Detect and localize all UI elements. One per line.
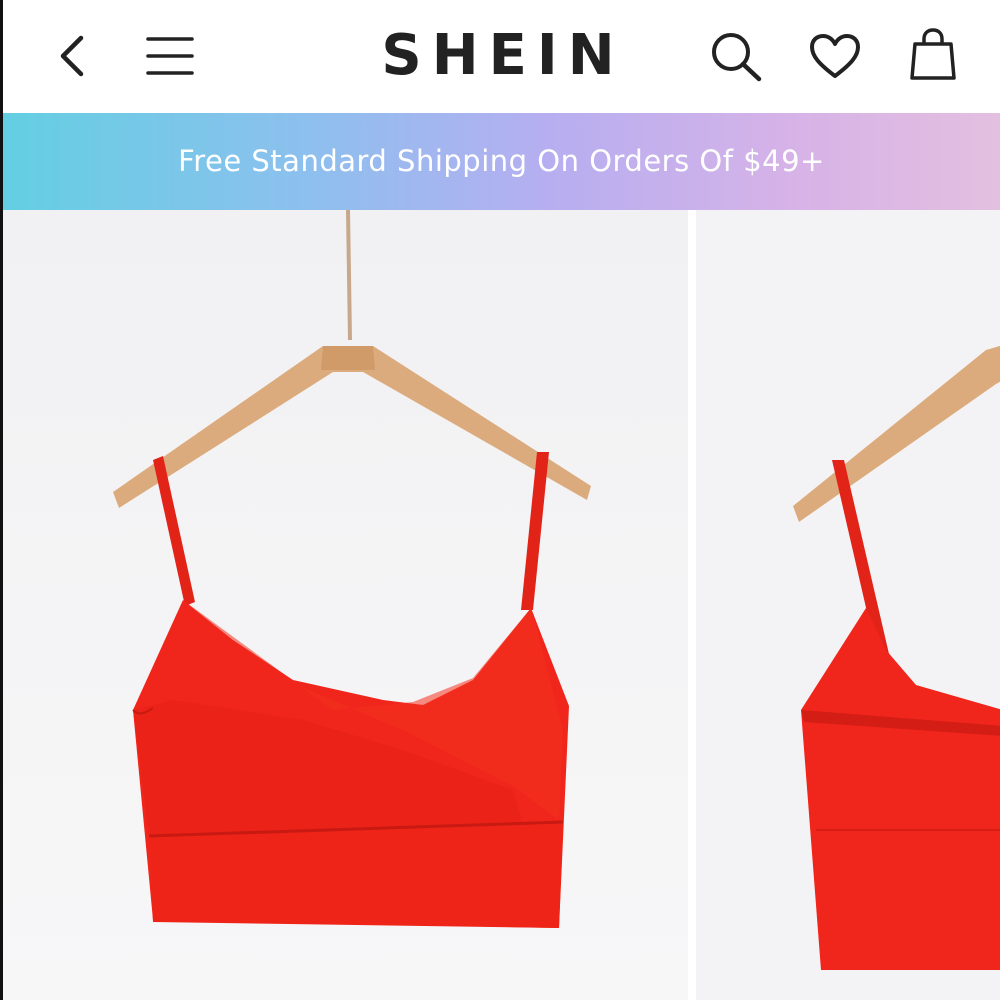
promo-banner[interactable]: Free Standard Shipping On Orders Of $49+ — [0, 113, 1000, 210]
shopping-bag-icon[interactable] — [909, 28, 957, 82]
heart-icon[interactable] — [809, 34, 861, 80]
brand-logo[interactable]: SHEIN — [333, 20, 673, 92]
promo-banner-text: Free Standard Shipping On Orders Of $49+ — [178, 144, 825, 178]
product-image-back[interactable] — [696, 210, 1000, 1000]
product-image-gallery[interactable] — [0, 210, 1000, 1000]
product-image-front[interactable] — [3, 210, 688, 1000]
chevron-left-icon[interactable] — [53, 34, 89, 78]
top-nav-bar: SHEIN — [0, 0, 1000, 113]
search-icon[interactable] — [709, 30, 765, 84]
hamburger-menu-icon[interactable] — [145, 34, 195, 78]
